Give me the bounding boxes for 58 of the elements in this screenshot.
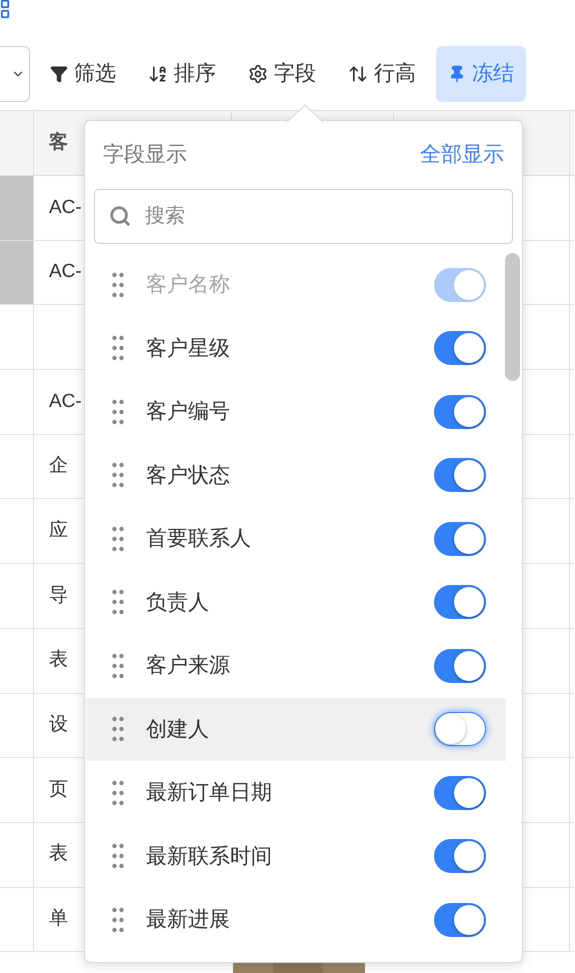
popover-title: 字段显示 <box>103 142 187 168</box>
drag-handle-icon[interactable] <box>112 335 124 362</box>
toolbar-button[interactable]: 字段 <box>236 46 328 102</box>
table-cell-text: 设 <box>49 713 68 738</box>
drag-handle-icon[interactable] <box>112 843 124 870</box>
toggle-switch[interactable] <box>434 648 486 683</box>
pin-icon <box>448 65 466 83</box>
scrollbar[interactable] <box>505 253 520 381</box>
toggle-switch[interactable] <box>434 776 486 810</box>
field-row[interactable]: 创建人 <box>86 698 506 761</box>
toggle-switch[interactable] <box>434 712 486 746</box>
table-cell-text: 企 <box>49 454 68 478</box>
field-label: 客户名称 <box>146 272 231 298</box>
sort-icon <box>148 64 168 84</box>
show-all-link[interactable]: 全部显示 <box>420 139 504 171</box>
toggle-switch[interactable] <box>434 394 486 429</box>
search-field[interactable]: 搜索 <box>94 189 513 244</box>
drag-handle-icon[interactable] <box>112 526 124 552</box>
field-label: 客户编号 <box>146 399 231 425</box>
gear-icon <box>248 64 268 84</box>
search-icon <box>109 205 131 227</box>
drag-handle-icon[interactable] <box>112 780 124 806</box>
table-cell-text: 应 <box>49 519 68 544</box>
drag-handle-icon[interactable] <box>112 716 124 742</box>
toggle-switch[interactable] <box>434 331 486 366</box>
table-cell-text: 页 <box>49 778 68 802</box>
field-label: 客户星级 <box>146 336 231 362</box>
drag-handle-icon[interactable] <box>112 906 124 933</box>
field-label: 最新联系时间 <box>146 844 273 870</box>
toolbar-button[interactable]: 筛选 <box>38 46 128 102</box>
column-header: 客 <box>49 130 68 155</box>
toggle-switch[interactable] <box>434 585 486 620</box>
toolbar-button[interactable]: 排序 <box>136 46 228 102</box>
table-cell-text: 单 <box>49 907 68 932</box>
table-cell-text: 导 <box>49 584 68 608</box>
drag-handle-icon[interactable] <box>112 398 124 425</box>
field-label: 创建人 <box>146 716 210 742</box>
drag-handle-icon[interactable] <box>112 652 124 679</box>
table-cell-text: AC- <box>49 390 82 414</box>
table-cell-text: AC- <box>49 196 82 220</box>
toolbar-button[interactable]: 行高 <box>336 46 428 102</box>
toggle-switch[interactable] <box>434 458 486 492</box>
table-cell-text: 表 <box>49 842 68 866</box>
drag-handle-icon[interactable] <box>112 462 124 488</box>
drag-handle-icon[interactable] <box>112 589 124 616</box>
field-label: 最新订单日期 <box>146 780 273 806</box>
field-label: 首要联系人 <box>146 526 252 552</box>
table-cell-text: 表 <box>49 648 68 672</box>
field-label: 客户来源 <box>146 653 231 679</box>
toggle-switch[interactable] <box>434 839 486 874</box>
field-label: 最新进展 <box>146 907 231 933</box>
table-cell-text: AC- <box>49 260 82 284</box>
toggle-switch[interactable] <box>434 522 486 556</box>
toggle-switch[interactable] <box>434 902 486 937</box>
filter-icon <box>50 65 68 83</box>
field-label: 负责人 <box>146 590 210 616</box>
row-height-icon <box>348 64 368 84</box>
field-label: 客户状态 <box>146 462 231 488</box>
